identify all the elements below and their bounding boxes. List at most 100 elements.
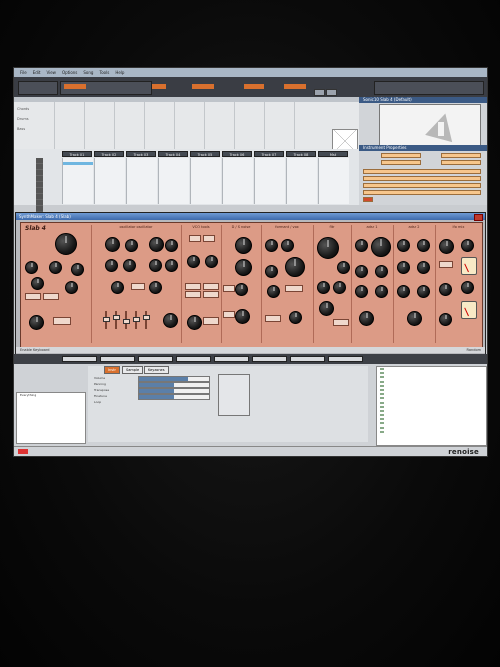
knob[interactable] (355, 285, 368, 298)
vco-button[interactable] (185, 291, 201, 298)
knob[interactable] (397, 261, 410, 274)
tab-instr[interactable]: Instr (104, 366, 120, 374)
transport-controls[interactable] (18, 81, 58, 95)
menu-file[interactable]: File (20, 70, 27, 75)
knob[interactable] (149, 281, 162, 294)
tab-keyzones[interactable]: Keyzones (144, 366, 169, 374)
osc-button[interactable] (53, 317, 71, 325)
slider[interactable] (123, 319, 130, 324)
knob[interactable] (205, 255, 218, 268)
master-knob[interactable] (55, 233, 77, 255)
knob[interactable] (407, 311, 422, 326)
knob[interactable] (71, 263, 84, 276)
automation-editor[interactable]: Chords Drums Bass (14, 97, 359, 153)
knob[interactable] (31, 277, 44, 290)
slider[interactable] (113, 315, 120, 320)
menu-song[interactable]: Song (83, 70, 93, 75)
knob[interactable] (355, 265, 368, 278)
knob[interactable] (359, 311, 374, 326)
vco-button[interactable] (185, 283, 201, 290)
property-field[interactable] (441, 153, 481, 158)
knob[interactable] (105, 237, 120, 252)
tab-sample[interactable]: Sample (122, 366, 144, 374)
formant-button[interactable] (265, 315, 281, 322)
track-column[interactable] (190, 158, 221, 204)
slider[interactable] (103, 317, 110, 322)
midi-selector[interactable] (363, 176, 481, 181)
vco-button[interactable] (189, 235, 201, 242)
knob[interactable] (417, 239, 430, 252)
formant-button[interactable] (285, 285, 303, 292)
knob[interactable] (397, 285, 410, 298)
effect-slot[interactable] (252, 356, 287, 362)
filter-button[interactable] (333, 319, 349, 326)
knob[interactable] (235, 259, 252, 276)
octave-field[interactable] (192, 84, 214, 89)
knob[interactable] (49, 261, 62, 274)
effect-slot[interactable] (62, 356, 97, 362)
knob[interactable] (397, 239, 410, 252)
knob[interactable] (439, 313, 452, 326)
pattern-editor[interactable]: Track 01 Track 02 Track 03 Track 04 Trac… (14, 149, 359, 212)
knob[interactable] (375, 265, 388, 278)
knob[interactable] (111, 281, 124, 294)
knob[interactable] (187, 255, 200, 268)
noise-button[interactable] (223, 311, 235, 318)
knob[interactable] (439, 283, 452, 296)
slider[interactable] (133, 317, 140, 322)
knob[interactable] (25, 261, 38, 274)
effect-slot[interactable] (214, 356, 249, 362)
track-header[interactable]: Track 04 (158, 151, 188, 157)
preset-selector[interactable] (363, 190, 481, 195)
random-button[interactable]: Random (467, 347, 482, 353)
knob[interactable] (439, 239, 454, 254)
track-column[interactable] (254, 158, 285, 204)
knob[interactable] (149, 259, 162, 272)
knob[interactable] (125, 239, 138, 252)
track-header[interactable]: Track 03 (126, 151, 156, 157)
instrument-selector[interactable]: Sonic10 Slab 4 (Default) (359, 97, 487, 103)
knob[interactable] (417, 261, 430, 274)
vco-button[interactable] (203, 291, 219, 298)
lfo-button[interactable] (439, 261, 453, 268)
lpb-field[interactable] (152, 84, 166, 89)
effect-slot[interactable] (176, 356, 211, 362)
track-header[interactable]: Track 07 (254, 151, 284, 157)
track-header[interactable]: Track 08 (286, 151, 316, 157)
knob[interactable] (187, 315, 202, 330)
knob[interactable] (371, 237, 391, 257)
knob[interactable] (355, 239, 368, 252)
track-header[interactable]: Mst (318, 151, 348, 157)
vco-button[interactable] (203, 317, 219, 325)
toolbar-btn-1[interactable] (314, 89, 325, 96)
knob[interactable] (65, 281, 78, 294)
knob[interactable] (317, 281, 330, 294)
osc-button[interactable] (43, 293, 59, 300)
menu-help[interactable]: Help (115, 70, 124, 75)
bpm-field[interactable] (64, 84, 86, 89)
slider[interactable] (143, 315, 150, 320)
track-header[interactable]: Track 01 (62, 151, 92, 157)
knob[interactable] (337, 261, 350, 274)
knob[interactable] (235, 283, 248, 296)
knob[interactable] (163, 313, 178, 328)
knob[interactable] (281, 239, 294, 252)
record-button[interactable] (363, 197, 373, 202)
track-header[interactable]: Track 05 (190, 151, 220, 157)
property-field[interactable] (381, 160, 421, 165)
output-selector[interactable] (363, 183, 481, 188)
close-icon[interactable] (474, 214, 483, 221)
cutoff-knob[interactable] (317, 237, 339, 259)
track-header[interactable]: Track 06 (222, 151, 252, 157)
track-column[interactable] (318, 158, 349, 204)
knob[interactable] (235, 309, 250, 324)
effect-slot[interactable] (100, 356, 135, 362)
knob[interactable] (289, 311, 302, 324)
knob[interactable] (461, 239, 474, 252)
track-column[interactable] (62, 158, 93, 204)
effect-slot[interactable] (290, 356, 325, 362)
track-column[interactable] (286, 158, 317, 204)
menu-view[interactable]: View (46, 70, 56, 75)
knob[interactable] (105, 259, 118, 272)
knob[interactable] (165, 259, 178, 272)
